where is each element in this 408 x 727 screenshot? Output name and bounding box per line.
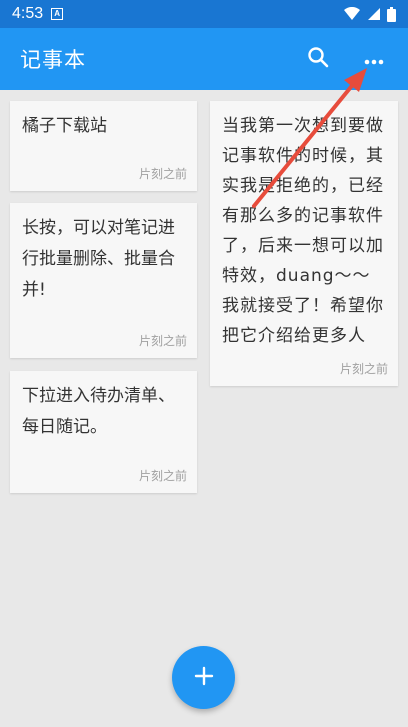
plus-icon: [194, 666, 214, 690]
note-text: 当我第一次想到要做记事软件的时候，其实我是拒绝的，已经有那么多的记事软件了，后来…: [222, 116, 384, 346]
search-button[interactable]: [300, 41, 336, 77]
status-time: 4:53: [12, 5, 44, 22]
app-title: 记事本: [20, 48, 86, 72]
status-right: [343, 6, 396, 22]
status-bar: 4:53 A: [0, 0, 408, 28]
note-text: 下拉进入待办清单、每日随记。: [22, 386, 175, 437]
add-note-button[interactable]: [172, 646, 235, 709]
app-bar: 记事本: [0, 28, 408, 90]
a-notification-icon: A: [51, 8, 64, 20]
note-time: 片刻之前: [138, 334, 187, 348]
note-card[interactable]: 当我第一次想到要做记事软件的时候，其实我是拒绝的，已经有那么多的记事软件了，后来…: [210, 101, 398, 386]
note-time: 片刻之前: [138, 167, 187, 181]
note-card[interactable]: 下拉进入待办清单、每日随记。 片刻之前: [10, 371, 197, 493]
battery-icon: [387, 6, 396, 22]
more-vert-icon: [364, 50, 384, 69]
note-time: 片刻之前: [138, 469, 187, 483]
note-card[interactable]: 橘子下载站 片刻之前: [10, 101, 197, 191]
note-text: 长按，可以对笔记进行批量删除、批量合并!: [22, 218, 175, 300]
app-actions: [300, 41, 392, 77]
wifi-icon: [343, 7, 361, 21]
note-text: 橘子下载站: [22, 116, 107, 136]
signal-icon: [367, 7, 381, 21]
note-card[interactable]: 长按，可以对笔记进行批量删除、批量合并! 片刻之前: [10, 203, 197, 358]
more-options-button[interactable]: [356, 41, 392, 77]
search-icon: [307, 46, 329, 72]
note-time: 片刻之前: [339, 362, 388, 376]
status-left: 4:53 A: [12, 5, 64, 23]
